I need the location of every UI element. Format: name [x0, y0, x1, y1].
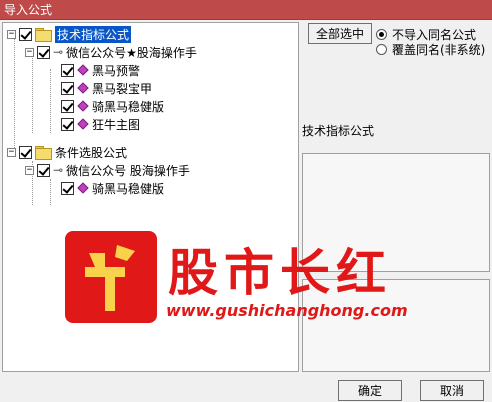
checkbox[interactable]	[37, 163, 50, 177]
formula-icon	[77, 100, 89, 112]
cancel-button[interactable]: 取消	[420, 380, 484, 401]
checkbox[interactable]	[19, 145, 32, 159]
tree-node-formula[interactable]: 狂牛主图	[61, 115, 140, 133]
tree-node-group[interactable]: − 技术指标公式	[7, 25, 132, 43]
tree-line	[50, 179, 51, 205]
tree-node-group[interactable]: − 条件选股公式	[7, 143, 127, 161]
checkbox[interactable]	[61, 63, 74, 77]
tree-node-label[interactable]: 微信公众号★股海操作手	[66, 44, 197, 61]
tree-node-formula[interactable]: 骑黑马稳健版	[61, 179, 164, 197]
select-all-button[interactable]: 全部选中	[308, 23, 372, 44]
brand-name: 股市长红	[168, 243, 392, 302]
tree-node-label[interactable]: 狂牛主图	[92, 116, 140, 133]
key-icon: ⊸	[53, 163, 64, 177]
collapse-icon[interactable]: −	[7, 29, 16, 39]
checkbox[interactable]	[61, 81, 74, 95]
tree-node-label[interactable]: 骑黑马稳健版	[92, 98, 164, 115]
folder-icon	[35, 146, 52, 160]
tree-node-formula[interactable]: 黑马裂宝甲	[61, 79, 152, 97]
collapse-icon[interactable]: −	[7, 147, 16, 157]
formula-name-text: 技术指标公式	[302, 124, 375, 138]
formula-icon	[77, 82, 89, 94]
tree-line	[14, 35, 15, 152]
checkbox[interactable]	[61, 117, 74, 131]
collapse-icon[interactable]: −	[25, 165, 34, 175]
checkbox[interactable]	[19, 27, 32, 41]
checkbox[interactable]	[61, 181, 74, 195]
window-title: 导入公式	[0, 0, 492, 20]
ok-button[interactable]: 确定	[338, 380, 402, 401]
tree-node-formula[interactable]: 骑黑马稳健版	[61, 97, 164, 115]
bull-logo-icon	[85, 245, 135, 311]
radio-button[interactable]	[376, 29, 387, 40]
tree-node-label[interactable]: 骑黑马稳健版	[92, 180, 164, 197]
tree-node-formula[interactable]: 黑马预警	[61, 61, 140, 79]
tree-node-label[interactable]: 条件选股公式	[55, 144, 127, 161]
tree-node-label[interactable]: 黑马裂宝甲	[92, 80, 152, 97]
checkbox[interactable]	[61, 99, 74, 113]
formula-icon	[77, 182, 89, 194]
tree-node-label[interactable]: 微信公众号 股海操作手	[66, 162, 190, 179]
tree-node-author[interactable]: − ⊸ 微信公众号 股海操作手	[25, 161, 190, 179]
tree-node-label[interactable]: 黑马预警	[92, 62, 140, 79]
radio-button[interactable]	[376, 44, 387, 55]
radio-label[interactable]: 覆盖同名(非系统)	[392, 41, 485, 58]
brand-logo	[65, 231, 157, 323]
tree-line	[50, 69, 51, 133]
brand-url: www.gushichanghong.com	[166, 301, 408, 320]
formula-icon	[77, 64, 89, 76]
tree-line	[32, 53, 33, 133]
radio-overwrite[interactable]: 覆盖同名(非系统)	[376, 41, 485, 58]
key-icon: ⊸	[53, 45, 64, 59]
tree-node-label[interactable]: 技术指标公式	[55, 25, 132, 43]
formula-icon	[77, 118, 89, 130]
folder-icon	[35, 28, 52, 42]
tree-node-author[interactable]: − ⊸ 微信公众号★股海操作手	[25, 43, 197, 61]
checkbox[interactable]	[37, 45, 50, 59]
collapse-icon[interactable]: −	[25, 47, 34, 57]
